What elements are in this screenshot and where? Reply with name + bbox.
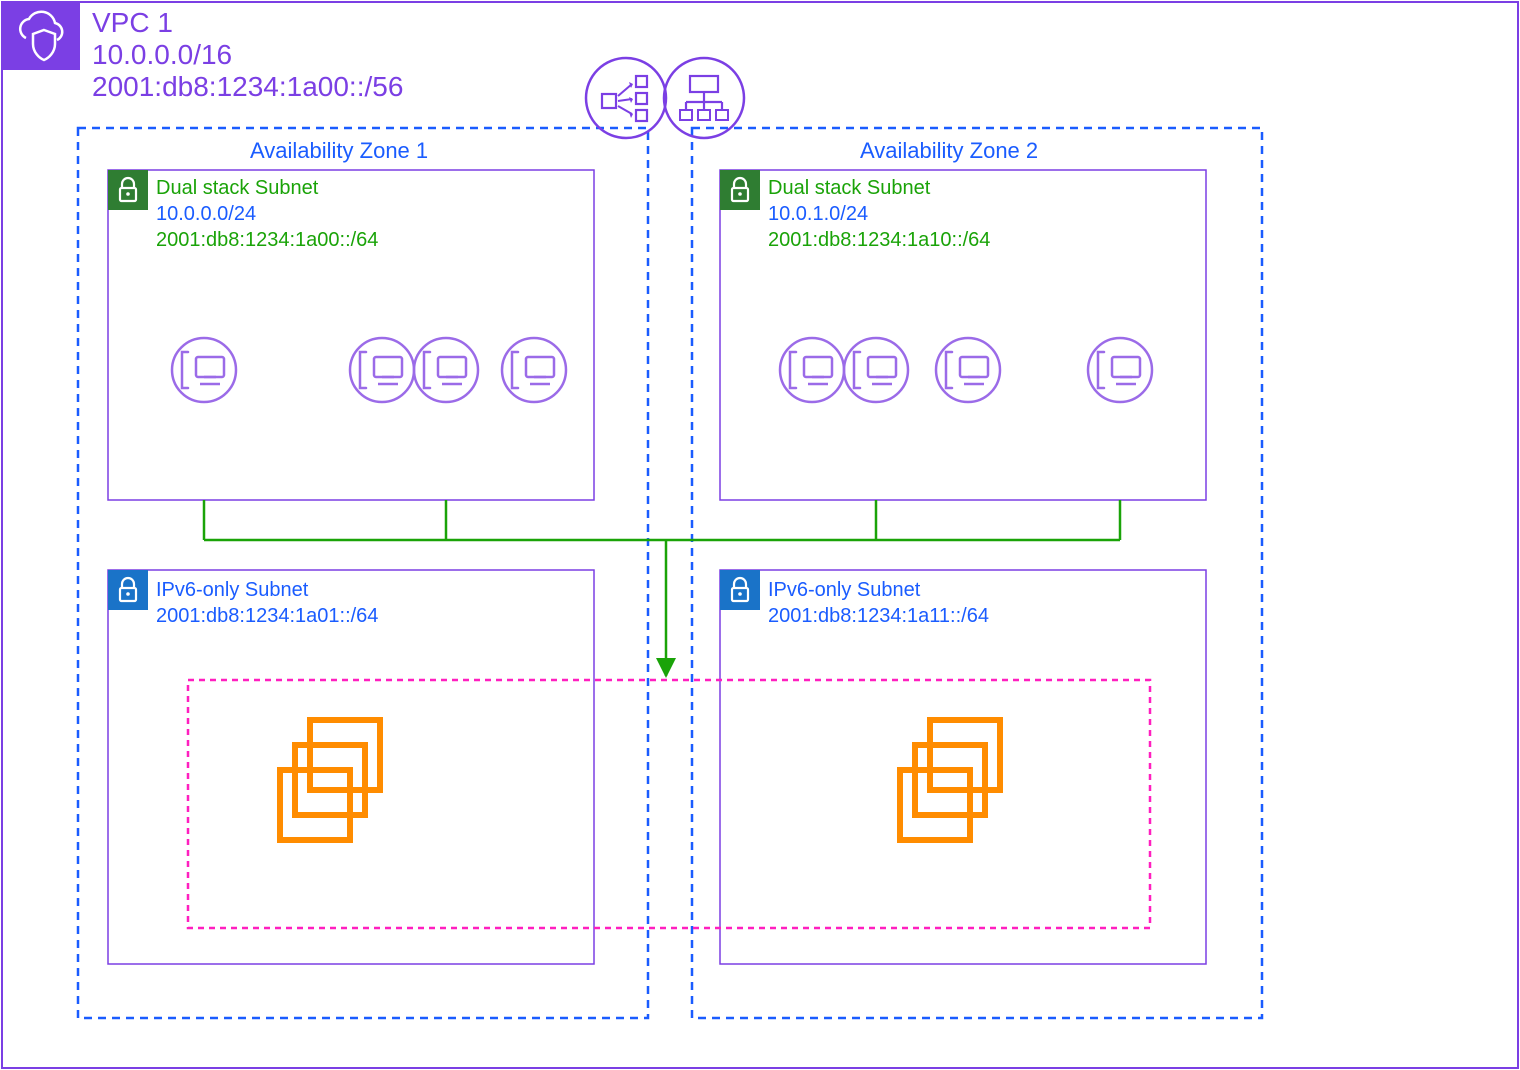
az1-dual-ipv4: 10.0.0.0/24 (156, 203, 256, 225)
ec2-instance-icon (780, 338, 844, 402)
az2-dual-stack-subnet: Dual stack Subnet 10.0.1.0/24 2001:db8:1… (720, 170, 1206, 500)
az2-dual-title: Dual stack Subnet (768, 177, 931, 199)
ec2-instance-icon (936, 338, 1000, 402)
route-service-icon (586, 58, 666, 138)
az2-ipv6-cidr: 2001:db8:1234:1a11::/64 (768, 605, 989, 627)
lock-icon (108, 170, 148, 210)
ec2-instance-icon (172, 338, 236, 402)
az1-ipv6-cidr: 2001:db8:1234:1a01::/64 (156, 605, 378, 627)
architecture-diagram: VPC 1 10.0.0.0/16 2001:db8:1234:1a00::/5… (0, 0, 1520, 1070)
load-balancer-icon (664, 58, 744, 138)
az1-dual-title: Dual stack Subnet (156, 177, 319, 199)
traffic-flow (204, 500, 1120, 676)
availability-zone-2: Availability Zone 2 Dual stack Subnet 10… (692, 128, 1262, 1018)
ec2-instance-icon (414, 338, 478, 402)
az2-title: Availability Zone 2 (860, 138, 1038, 163)
vpc-name: VPC 1 (92, 7, 173, 38)
az1-ipv6-title: IPv6-only Subnet (156, 579, 309, 601)
ec2-instance-icon (844, 338, 908, 402)
az2-dual-ipv6: 2001:db8:1234:1a10::/64 (768, 229, 990, 251)
lock-icon (108, 570, 148, 610)
vpc-ipv6-cidr: 2001:db8:1234:1a00::/56 (92, 71, 403, 102)
az1-ipv6-only-subnet: IPv6-only Subnet 2001:db8:1234:1a01::/64 (108, 570, 594, 964)
az2-ipv6-title: IPv6-only Subnet (768, 579, 921, 601)
lock-icon (720, 170, 760, 210)
az2-ipv6-only-subnet: IPv6-only Subnet 2001:db8:1234:1a11::/64 (720, 570, 1206, 964)
ec2-instance-icon (350, 338, 414, 402)
instance-stack-icon (280, 720, 380, 840)
az1-dual-stack-subnet: Dual stack Subnet 10.0.0.0/24 2001:db8:1… (108, 170, 594, 500)
instance-stack-icon (900, 720, 1000, 840)
vpc-boundary (2, 2, 1518, 1068)
ec2-instance-icon (502, 338, 566, 402)
vpc-ipv4-cidr: 10.0.0.0/16 (92, 39, 232, 70)
az1-title: Availability Zone 1 (250, 138, 428, 163)
availability-zone-1: Availability Zone 1 Dual stack Subnet 10… (78, 128, 648, 1018)
az2-dual-ipv4: 10.0.1.0/24 (768, 203, 868, 225)
ec2-instance-icon (1088, 338, 1152, 402)
az1-dual-ipv6: 2001:db8:1234:1a00::/64 (156, 229, 378, 251)
lock-icon (720, 570, 760, 610)
vpc-header: VPC 1 10.0.0.0/16 2001:db8:1234:1a00::/5… (2, 2, 403, 102)
